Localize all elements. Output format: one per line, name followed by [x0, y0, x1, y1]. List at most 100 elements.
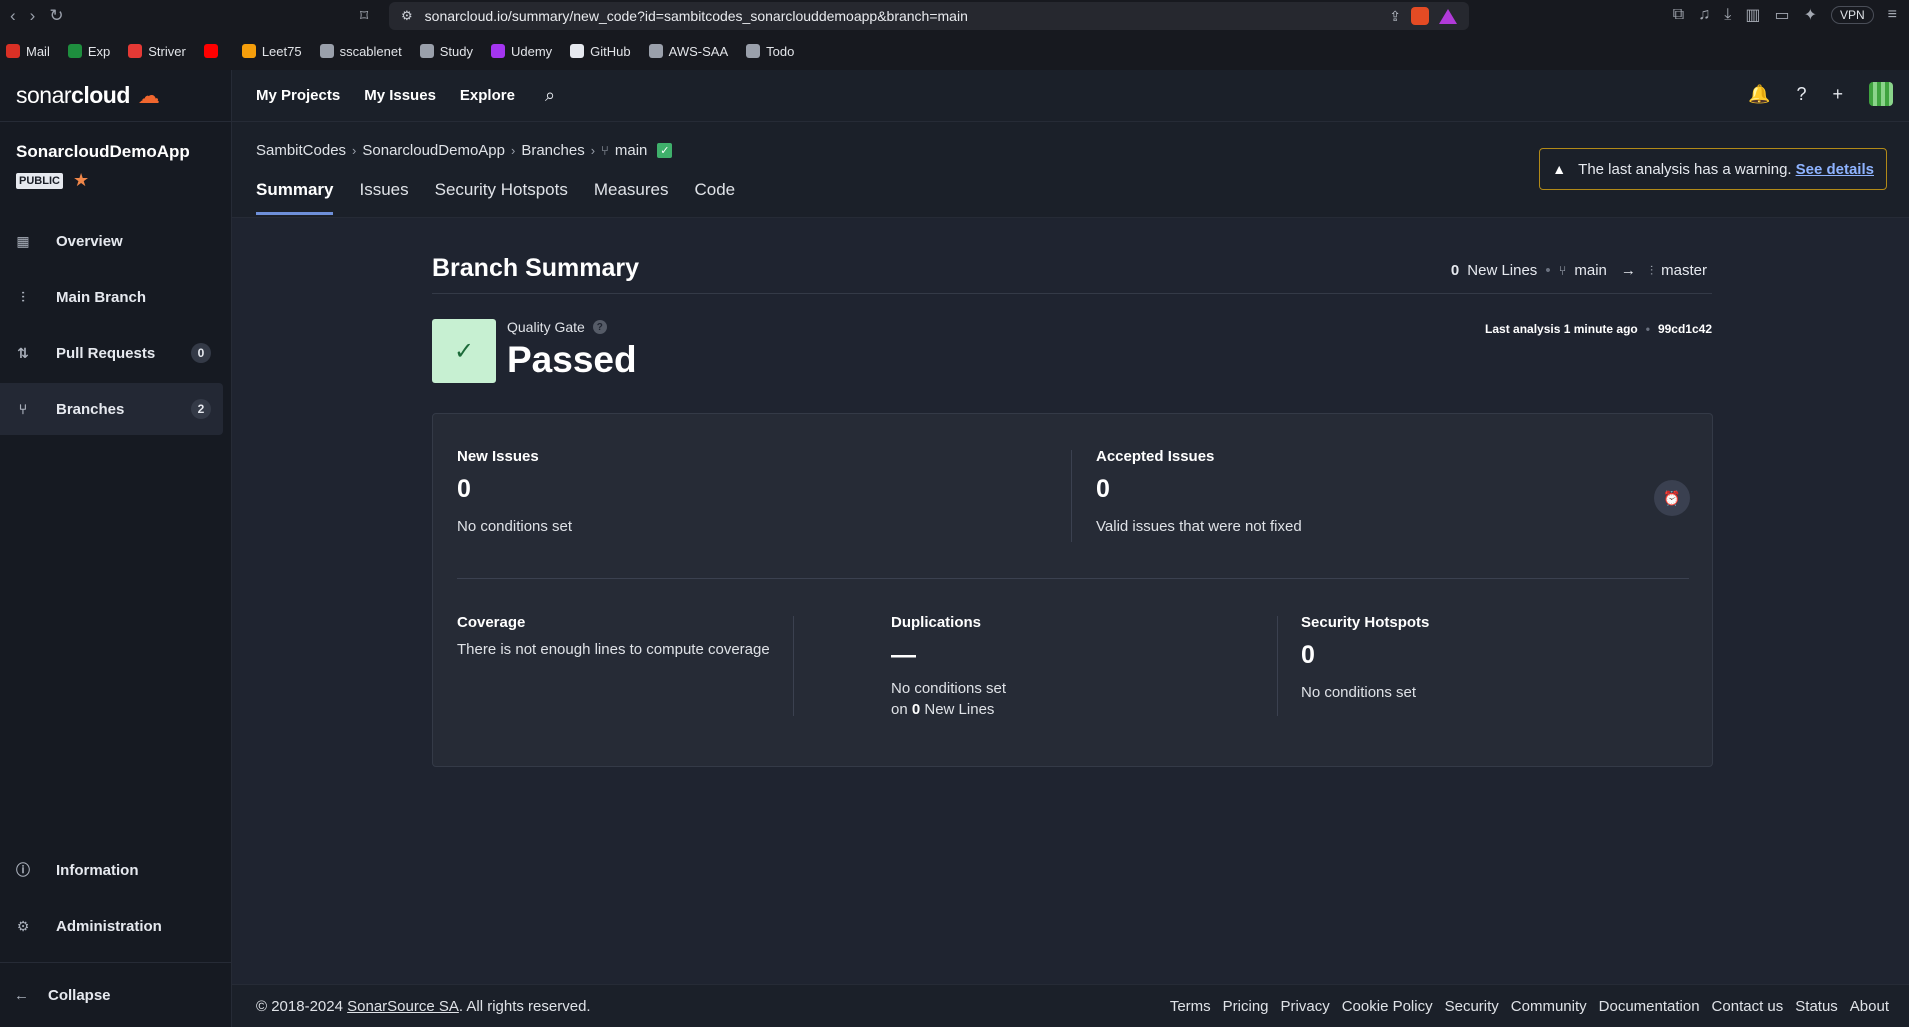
footer-link-contact-us[interactable]: Contact us	[1712, 998, 1784, 1015]
metric-subtitle: No conditions set	[1301, 684, 1417, 701]
logo-text-light: sonar	[16, 82, 72, 108]
avatar[interactable]	[1869, 82, 1893, 106]
bookmark-item[interactable]: Study	[419, 43, 473, 59]
bookmark-item[interactable]: Todo	[746, 44, 794, 59]
copyright-prefix: © 2018-2024	[256, 997, 343, 1015]
breadcrumb-branches[interactable]: Branches	[521, 142, 584, 159]
wallet-icon[interactable]: ▭	[1774, 5, 1789, 25]
sonarcloud-logo[interactable]: sonarcloud ☁	[0, 70, 231, 122]
logo-text-bold: cloud	[71, 82, 130, 108]
sidebar-item-pull-requests[interactable]: ⇅ Pull Requests 0	[0, 327, 223, 379]
bookmark-label: GitHub	[590, 43, 631, 59]
sidebar-toggle-icon[interactable]: ▥	[1745, 5, 1760, 25]
collapse-button[interactable]: ← Collapse	[0, 962, 231, 1027]
footer-links: Terms Pricing Privacy Cookie Policy Security…	[1170, 998, 1889, 1015]
bookmark-item[interactable]: sscablenet	[319, 44, 402, 59]
share-icon[interactable]: ⇪	[1389, 8, 1401, 25]
media-icon[interactable]: ♫	[1698, 6, 1710, 24]
sidebar-item-main-branch[interactable]: ⫶ Main Branch	[0, 271, 223, 323]
alarm-clock-icon[interactable]: ⏰	[1654, 480, 1690, 516]
breadcrumb-project[interactable]: SonarcloudDemoApp	[362, 142, 505, 159]
bookmark-item[interactable]: Exp	[67, 44, 110, 59]
branches-icon: ⑂	[18, 401, 28, 417]
project-sidebar: sonarcloud ☁ SonarcloudDemoApp PUBLIC ★ …	[0, 70, 232, 1027]
bookmark-item[interactable]: GitHub	[570, 43, 631, 59]
new-issues-value[interactable]: 0	[457, 475, 572, 504]
nav-my-projects[interactable]: My Projects	[256, 87, 340, 104]
accepted-issues-value[interactable]: 0	[1096, 475, 1302, 504]
sidebar-item-overview[interactable]: ▦ Overview	[0, 215, 223, 267]
url-text[interactable]: sonarcloud.io/summary/new_code?id=sambit…	[425, 8, 968, 24]
brave-rewards-icon[interactable]	[1439, 8, 1457, 24]
bookmark-item[interactable]	[203, 44, 224, 58]
search-icon[interactable]: ⌕	[545, 85, 555, 106]
metric-title: Security Hotspots	[1301, 614, 1430, 631]
divider	[1277, 616, 1278, 716]
back-icon[interactable]: ‹	[10, 6, 16, 26]
plus-icon[interactable]: +	[1832, 84, 1843, 105]
sidebar-item-label: Branches	[56, 400, 125, 418]
site-settings-icon[interactable]: ⚙	[401, 8, 413, 24]
address-bar[interactable]: ⚙ sonarcloud.io/summary/new_code?id=samb…	[389, 2, 1469, 30]
sidebar-item-administration[interactable]: ⚙ Administration	[0, 900, 223, 952]
forward-icon[interactable]: ›	[30, 6, 36, 26]
footer-link-terms[interactable]: Terms	[1170, 998, 1211, 1015]
reload-icon[interactable]: ↻	[49, 6, 63, 26]
bookmark-item[interactable]: Mail	[6, 44, 50, 59]
tab-code[interactable]: Code	[695, 180, 736, 215]
help-icon[interactable]: ?	[1796, 84, 1806, 105]
footer-link-cookie-policy[interactable]: Cookie Policy	[1342, 998, 1433, 1015]
metrics-card: New Issues 0 No conditions set Accepted …	[432, 413, 1713, 767]
main-branch-icon: ⫶	[1649, 262, 1654, 278]
sidebar-item-label: Overview	[56, 232, 123, 250]
extensions-icon[interactable]: ⧉	[1673, 6, 1684, 24]
bookmark-item[interactable]: AWS-SAA	[648, 44, 728, 59]
see-details-link[interactable]: See details	[1796, 161, 1874, 178]
brave-shields-icon[interactable]	[1411, 7, 1429, 25]
tab-security-hotspots[interactable]: Security Hotspots	[435, 180, 568, 215]
browser-toolbar: ‹ › ↻ ⌑ ⚙ sonarcloud.io/summary/new_code…	[0, 0, 1909, 32]
summary-title-row: Branch Summary 0 New Lines • ⑂ main → ⫶ …	[432, 254, 1712, 294]
vpn-button[interactable]: VPN	[1830, 6, 1874, 24]
tab-summary[interactable]: Summary	[256, 180, 334, 215]
footer-link-privacy[interactable]: Privacy	[1281, 998, 1330, 1015]
bookmark-item[interactable]: Leet75	[241, 44, 302, 59]
project-name[interactable]: SonarcloudDemoApp	[16, 142, 231, 162]
footer-link-community[interactable]: Community	[1511, 998, 1587, 1015]
sidebar-item-branches[interactable]: ⑂ Branches 2	[0, 383, 223, 435]
leo-ai-icon[interactable]: ✦	[1804, 5, 1817, 25]
sidebar-item-information[interactable]: ⓘ Information	[0, 844, 223, 896]
nav-my-issues[interactable]: My Issues	[364, 87, 436, 104]
breadcrumb-branch[interactable]: main	[615, 142, 648, 159]
analysis-warning-banner: ▲ The last analysis has a warning. See d…	[1539, 148, 1887, 190]
download-icon[interactable]: ⤓	[1724, 6, 1731, 24]
breadcrumb-org[interactable]: SambitCodes	[256, 142, 346, 159]
project-header: SambitCodes › SonarcloudDemoApp › Branch…	[232, 122, 1909, 218]
sidebar-nav: ▦ Overview ⫶ Main Branch ⇅ Pull Requests 0 ⑂ Bra…	[0, 215, 231, 435]
sidebar-bottom-nav: ⓘ Information ⚙ Administration	[0, 840, 231, 956]
footer-link-pricing[interactable]: Pricing	[1223, 998, 1269, 1015]
tab-measures[interactable]: Measures	[594, 180, 669, 215]
branch-icon: ⫶	[21, 288, 25, 305]
bookmark-icon[interactable]: ⌑	[360, 6, 368, 26]
copyright-suffix: . All rights reserved.	[458, 997, 591, 1015]
footer-link-documentation[interactable]: Documentation	[1599, 998, 1700, 1015]
help-icon[interactable]: ?	[592, 320, 607, 334]
nav-explore[interactable]: Explore	[460, 87, 515, 104]
bell-icon[interactable]: 🔔	[1748, 84, 1770, 105]
metric-title: Accepted Issues	[1096, 448, 1215, 465]
tab-issues[interactable]: Issues	[359, 180, 408, 215]
menu-icon[interactable]: ≡	[1888, 6, 1897, 24]
footer-link-status[interactable]: Status	[1795, 998, 1838, 1015]
bookmark-label: Mail	[26, 43, 50, 59]
sonarsource-link[interactable]: SonarSource SA	[347, 998, 459, 1015]
bookmark-label: Study	[439, 43, 473, 59]
bookmark-item[interactable]: Udemy	[490, 44, 552, 59]
hotspots-value[interactable]: 0	[1301, 641, 1429, 670]
footer-link-about[interactable]: About	[1850, 998, 1889, 1015]
footer-link-security[interactable]: Security	[1445, 998, 1499, 1015]
bookmark-item[interactable]: Striver	[128, 44, 186, 59]
favorite-star-icon[interactable]: ★	[73, 170, 89, 191]
duplications-value[interactable]: —	[891, 641, 1006, 670]
commit-hash: 99cd1c42	[1657, 322, 1712, 336]
